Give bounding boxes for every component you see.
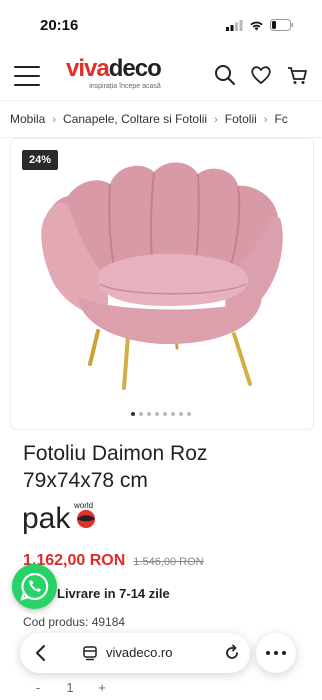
gallery-dot[interactable] [139,412,143,416]
gallery-dot[interactable] [179,412,183,416]
brand-logo-world: world [73,501,93,510]
breadcrumb-link[interactable]: Fc [274,112,287,126]
menu-icon[interactable] [14,66,40,86]
signal-icon [226,19,243,31]
chevron-right-icon: › [214,114,218,126]
gallery-dot[interactable] [131,412,135,416]
logo-deco: deco [108,55,162,82]
qty-plus-button[interactable]: + [86,680,118,695]
product-title: Fotoliu Daimon Roz 79x74x78 cm [23,442,208,492]
delivery-info: Livrare in 7-14 zile [57,586,170,601]
back-icon[interactable] [32,644,50,662]
reload-icon[interactable] [223,644,241,662]
qty-minus-button[interactable]: - [22,680,54,695]
product-image[interactable] [38,156,288,396]
product-code: Cod produs: 49184 [23,615,126,629]
more-button[interactable] [256,633,296,673]
old-price: 1.546,00 RON [133,556,204,568]
site-logo[interactable]: vivadeco inspirația începe acasă [66,56,184,94]
gallery-dot[interactable] [155,412,159,416]
breadcrumb-link[interactable]: Canapele, Coltare si Fotolii [63,112,207,126]
search-icon[interactable] [214,64,236,86]
battery-icon [270,19,294,31]
logo-tagline: inspirația începe acasă [89,83,161,90]
browser-bar: vivadeco.ro [20,633,250,673]
gallery-dot[interactable] [147,412,151,416]
address-bar-url[interactable]: vivadeco.ro [106,645,172,660]
wifi-icon [250,21,263,30]
breadcrumb-link[interactable]: Fotolii [225,112,257,126]
status-bar: 20:16 [0,0,322,50]
whatsapp-button[interactable] [12,564,57,609]
whatsapp-icon [20,572,49,601]
page-menu-icon[interactable] [82,645,98,661]
chevron-right-icon: › [263,114,268,126]
more-icon [266,651,286,655]
logo-viva: viva [66,55,110,82]
brand-logo-main: pak [22,502,71,535]
site-header: vivadeco inspirația începe acasă [0,50,322,100]
gallery-dot[interactable] [187,412,191,416]
cart-icon[interactable] [286,64,308,86]
brand-logo[interactable]: pak world [22,500,102,541]
gallery-dot[interactable] [171,412,175,416]
heart-icon[interactable] [250,64,272,86]
status-icons [226,19,294,31]
gallery-dot[interactable] [163,412,167,416]
qty-value[interactable]: 1 [54,680,86,695]
breadcrumb-link[interactable]: Mobila [10,112,45,126]
chevron-right-icon: › [52,114,57,126]
gallery-dots[interactable] [131,412,191,416]
status-time: 20:16 [40,17,79,34]
quantity-stepper[interactable]: - 1 + [22,676,118,698]
breadcrumb: Mobila › Canapele, Coltare si Fotolii › Foto… [0,100,322,138]
